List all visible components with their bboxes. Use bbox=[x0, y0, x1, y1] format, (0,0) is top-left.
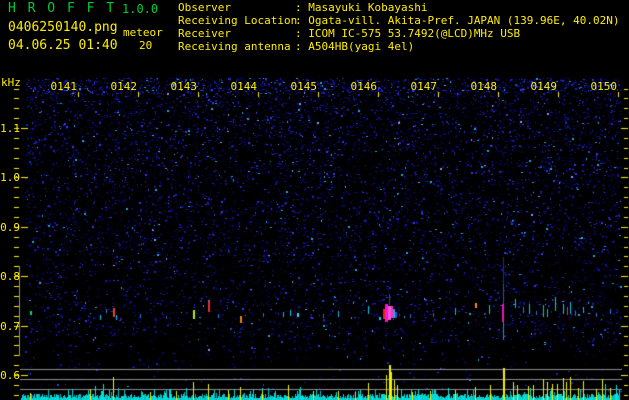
info-value: ICOM IC-575 53.7492(@LCD)MHz USB bbox=[308, 27, 521, 40]
time-label: 0149 bbox=[530, 80, 558, 93]
time-label: 0150 bbox=[590, 80, 618, 93]
info-colon: : bbox=[295, 1, 309, 14]
info-colon: : bbox=[295, 40, 309, 53]
freq-label: 0.7 bbox=[0, 320, 20, 333]
info-row-antenna: Receiving antenna: A504HB(yagi 4el) bbox=[178, 40, 415, 53]
freq-label: 1.1 bbox=[0, 122, 20, 135]
observation-mode: meteor bbox=[123, 26, 163, 39]
info-row-receiver: Receiver: ICOM IC-575 53.7492(@LCD)MHz U… bbox=[178, 27, 521, 40]
freq-label: 1.0 bbox=[0, 171, 20, 184]
info-label: Receiving Location bbox=[178, 14, 298, 27]
time-label: 0146 bbox=[350, 80, 378, 93]
time-label: 0142 bbox=[110, 80, 138, 93]
info-value: Masayuki Kobayashi bbox=[308, 1, 428, 14]
hrofft-output: H R O F F T 1.0.0 0406250140.png meteor … bbox=[0, 0, 629, 400]
output-filename: 0406250140.png bbox=[8, 20, 118, 35]
time-label: 0148 bbox=[470, 80, 498, 93]
info-label: Receiver bbox=[178, 27, 231, 40]
freq-label: 0.9 bbox=[0, 221, 20, 234]
time-label: 0143 bbox=[170, 80, 198, 93]
info-row-location: Receiving Location: Ogata-vill. Akita-Pr… bbox=[178, 14, 620, 27]
info-value: Ogata-vill. Akita-Pref. JAPAN (139.96E, … bbox=[308, 14, 620, 27]
time-label: 0141 bbox=[50, 80, 78, 93]
time-label: 0144 bbox=[230, 80, 258, 93]
freq-label: 0.8 bbox=[0, 270, 20, 283]
time-label: 0145 bbox=[290, 80, 318, 93]
freq-label: 0.6 bbox=[0, 369, 20, 382]
app-version: 1.0.0 bbox=[122, 2, 159, 16]
info-colon: : bbox=[295, 27, 309, 40]
info-colon: : bbox=[295, 14, 309, 27]
info-value: A504HB(yagi 4el) bbox=[308, 40, 415, 53]
info-row-observer: Observer: Masayuki Kobayashi bbox=[178, 1, 428, 14]
spectrogram-canvas bbox=[0, 0, 629, 400]
observation-datetime: 04.06.25 01:40 bbox=[8, 38, 118, 53]
echo-count: 20 bbox=[139, 39, 153, 52]
info-label: Receiving antenna bbox=[178, 40, 291, 53]
app-title: H R O F F T bbox=[8, 1, 117, 16]
y-axis-unit-label: kHz bbox=[1, 76, 21, 89]
time-label: 0147 bbox=[410, 80, 438, 93]
info-label: Observer bbox=[178, 1, 231, 14]
